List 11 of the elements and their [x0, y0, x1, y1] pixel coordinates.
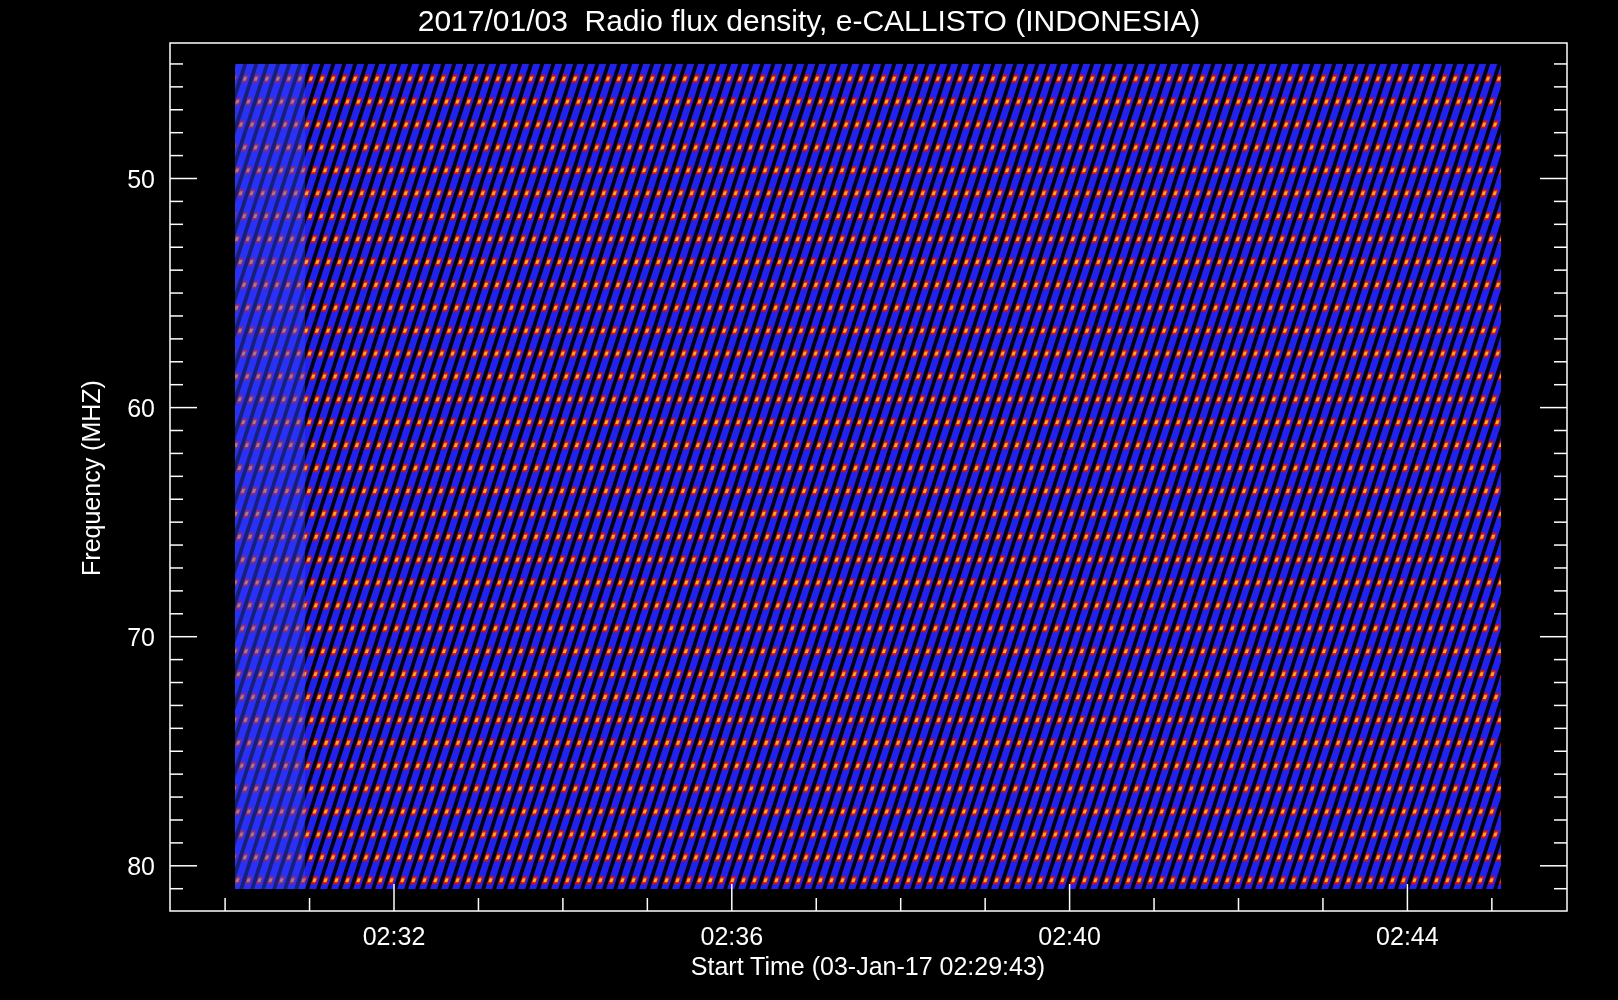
x-axis-label: Start Time (03-Jan-17 02:29:43) — [690, 952, 1046, 980]
y-tick-label: 50 — [127, 164, 155, 193]
x-tick-label: 02:32 — [362, 922, 426, 950]
y-axis-label: Frequency (MHZ) — [77, 380, 105, 576]
x-tick-label: 02:44 — [1376, 922, 1439, 950]
chart-title: 2017/01/03 Radio flux density, e-CALLISTO (INDONESIA) — [417, 4, 1201, 37]
y-tick-label: 70 — [127, 622, 155, 651]
y-tick-label: 60 — [127, 393, 155, 422]
x-tick-label: 02:36 — [700, 922, 764, 950]
x-tick-label: 02:40 — [1038, 922, 1101, 950]
y-tick-label: 80 — [127, 851, 155, 880]
